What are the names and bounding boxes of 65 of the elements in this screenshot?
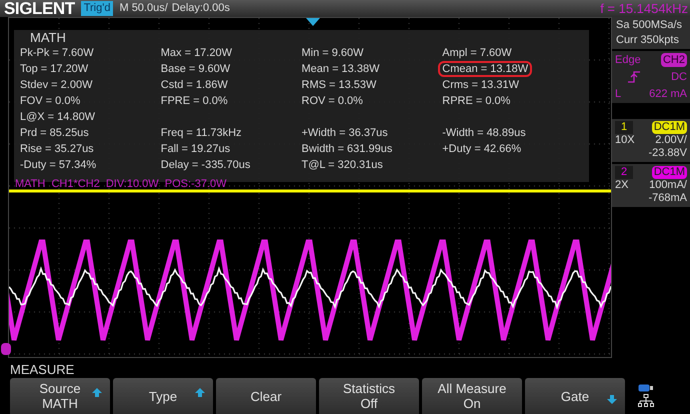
trigger-level-value: 622 mA	[649, 87, 687, 101]
offset-label: -768mA	[648, 192, 687, 205]
menu-button[interactable]: Clear	[216, 378, 316, 414]
channel-panel[interactable]: 1 DC1M 10X 2.00V/ -23.88V	[612, 119, 690, 162]
memory-depth-label: Curr 350kpts	[616, 33, 679, 48]
measurement-value: Mean = 13.38W	[302, 62, 380, 77]
measurement-value: Base = 9.60W	[160, 62, 230, 77]
measurement-value: FOV = 0.0%	[20, 94, 80, 109]
measurement-value: Prd = 85.25us	[20, 126, 89, 141]
menu-button[interactable]: Source MATH	[10, 378, 110, 414]
rising-edge-icon	[627, 71, 641, 83]
menu-button[interactable]: All Measure On	[422, 378, 522, 414]
trigger-source-badge: CH2	[660, 53, 687, 67]
brand-logo: SIGLENT	[4, 0, 75, 17]
measurement-value: T@L = 320.31us	[302, 158, 383, 173]
sample-rate-label: Sa 500MSa/s	[616, 18, 682, 33]
measurement-value: Fall = 19.27us	[160, 142, 230, 157]
measurement-value: -Width = 48.89us	[442, 126, 526, 141]
menu-title: MEASURE	[10, 361, 74, 378]
channel-panel[interactable]: 2 DC1M 2X 100mA/ -768mA	[612, 164, 690, 207]
measurement-value: ROV = 0.0%	[302, 94, 363, 109]
measurement-value: Crms = 13.31W	[442, 78, 519, 93]
measurement-value: Cstd = 1.86W	[160, 78, 228, 93]
measurement-value: -Duty = 57.34%	[20, 158, 96, 173]
measurement-value: Ampl = 7.60W	[442, 46, 512, 61]
coupling-badge: DC1M	[652, 166, 687, 179]
measurement-value: Max = 17.20W	[160, 46, 232, 61]
trigger-coupling-label: DC	[671, 70, 687, 84]
menu-button[interactable]: Statistics Off	[319, 378, 419, 414]
vertical-scale-label: 2.00V/	[655, 134, 687, 147]
measurement-value: Pk-Pk = 7.60W	[20, 46, 94, 61]
vertical-scale-label: 100mA/	[649, 179, 687, 192]
trigger-type-label: Edge	[615, 53, 641, 67]
measurement-value: Stdev = 2.00W	[20, 78, 92, 93]
coupling-badge: DC1M	[652, 121, 687, 134]
menu-button[interactable]: Type	[113, 378, 213, 414]
timebase-label: M 50.0us/	[119, 1, 168, 16]
measure-source-label: MATH	[29, 31, 66, 45]
network-icon	[638, 394, 654, 408]
measurement-value: Top = 17.20W	[20, 62, 88, 77]
channel-number: 2	[615, 166, 634, 179]
measurement-value: Delay = -335.70us	[160, 158, 250, 173]
probe-ratio-label: 2X	[615, 179, 628, 192]
usb-device-icon	[638, 384, 654, 392]
measurement-value: RMS = 13.53W	[302, 78, 376, 93]
measurement-value: Cmean = 13.18W	[442, 63, 528, 75]
measurement-value: RPRE = 0.0%	[442, 94, 510, 109]
menu-button[interactable]: Gate	[525, 378, 625, 414]
measurement-value: Min = 9.60W	[302, 46, 364, 61]
trigger-status-badge: Trig'd	[80, 1, 114, 16]
math-channel-label: MATH CH1*CH2 DIV:10.0W POS:-37.0W	[15, 178, 226, 190]
math-marker-icon	[1, 343, 11, 355]
measurement-value: FPRE = 0.0%	[160, 94, 228, 109]
trigger-level-label: L	[615, 87, 622, 101]
measurement-value: Rise = 35.27us	[20, 142, 94, 157]
probe-ratio-label: 10X	[615, 134, 635, 147]
measurement-value: Freq = 11.73kHz	[160, 126, 242, 141]
measurement-value: +Duty = 42.66%	[442, 142, 522, 157]
channel-number: 1	[615, 121, 634, 134]
measurement-value: Bwidth = 631.99us	[302, 142, 392, 157]
measurement-value: L@X = 14.80W	[20, 110, 96, 125]
offset-label: -23.88V	[648, 147, 687, 160]
measurement-value: +Width = 36.37us	[302, 126, 388, 141]
delay-label: Delay:0.00s	[172, 1, 230, 16]
frequency-readout: f = 15.1454kHz	[600, 0, 688, 18]
